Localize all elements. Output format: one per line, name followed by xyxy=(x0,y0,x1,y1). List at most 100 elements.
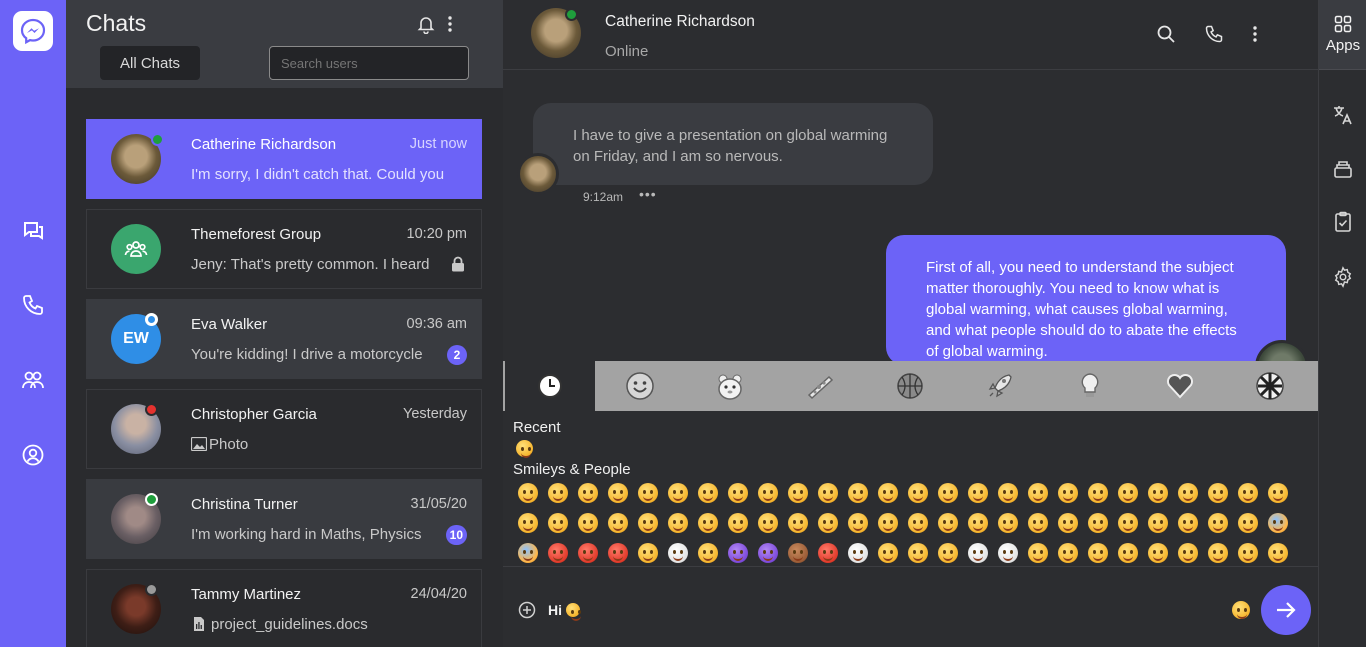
emoji[interactable] xyxy=(843,478,873,508)
apps-button[interactable]: Apps xyxy=(1319,0,1366,70)
emoji[interactable] xyxy=(873,508,903,538)
emoji[interactable] xyxy=(633,478,663,508)
emoji[interactable] xyxy=(1233,538,1263,568)
emoji[interactable] xyxy=(513,478,543,508)
emoji[interactable] xyxy=(993,478,1023,508)
emoji[interactable] xyxy=(903,478,933,508)
call-icon[interactable] xyxy=(1204,24,1226,46)
food-icon[interactable] xyxy=(775,361,865,411)
emoji[interactable] xyxy=(723,508,753,538)
emoji[interactable] xyxy=(603,508,633,538)
calls-nav-icon[interactable] xyxy=(19,291,47,319)
flags-icon[interactable] xyxy=(1225,361,1315,411)
emoji[interactable] xyxy=(873,478,903,508)
emoji[interactable] xyxy=(723,538,753,568)
emoji[interactable] xyxy=(543,538,573,568)
emoji[interactable] xyxy=(783,508,813,538)
emoji[interactable] xyxy=(1263,538,1293,568)
emoji[interactable] xyxy=(1023,538,1053,568)
emoji[interactable] xyxy=(933,538,963,568)
emoji[interactable] xyxy=(783,538,813,568)
archive-icon[interactable] xyxy=(1332,158,1354,180)
emoji[interactable] xyxy=(933,508,963,538)
emoji[interactable] xyxy=(513,508,543,538)
emoji[interactable] xyxy=(783,478,813,508)
emoji[interactable] xyxy=(573,478,603,508)
emoji[interactable] xyxy=(993,508,1023,538)
emoji[interactable] xyxy=(1113,508,1143,538)
emoji[interactable] xyxy=(663,478,693,508)
emoji[interactable] xyxy=(843,508,873,538)
emoji[interactable] xyxy=(753,508,783,538)
emoji[interactable] xyxy=(633,538,663,568)
emoji[interactable] xyxy=(1053,538,1083,568)
tasks-clipboard-icon[interactable] xyxy=(1332,211,1354,233)
chats-nav-icon[interactable] xyxy=(19,217,47,245)
emoji[interactable] xyxy=(663,538,693,568)
symbols-icon[interactable] xyxy=(1135,361,1225,411)
emoji-picker-toggle-icon[interactable] xyxy=(1232,601,1250,619)
emoji[interactable] xyxy=(603,478,633,508)
emoji[interactable] xyxy=(1203,478,1233,508)
emoji[interactable] xyxy=(1173,538,1203,568)
emoji[interactable] xyxy=(603,538,633,568)
animals-icon[interactable] xyxy=(685,361,775,411)
chat-item-tammy-martinez[interactable]: Tammy Martinez 24/04/20 project_guidelin… xyxy=(86,569,482,647)
emoji[interactable] xyxy=(1023,478,1053,508)
emoji[interactable] xyxy=(903,538,933,568)
emoji[interactable] xyxy=(1143,478,1173,508)
recent-icon[interactable] xyxy=(505,361,595,411)
emoji[interactable] xyxy=(1263,508,1293,538)
emoji[interactable] xyxy=(963,508,993,538)
emoji[interactable] xyxy=(1083,508,1113,538)
search-users-input[interactable] xyxy=(269,46,469,80)
emoji[interactable] xyxy=(573,508,603,538)
emoji[interactable] xyxy=(753,478,783,508)
emoji[interactable] xyxy=(903,508,933,538)
emoji[interactable] xyxy=(1083,538,1113,568)
emoji[interactable] xyxy=(1113,538,1143,568)
emoji[interactable] xyxy=(1113,478,1143,508)
activities-icon[interactable] xyxy=(865,361,955,411)
objects-icon[interactable] xyxy=(1045,361,1135,411)
emoji[interactable] xyxy=(633,508,663,538)
emoji[interactable] xyxy=(1173,508,1203,538)
emoji[interactable] xyxy=(813,538,843,568)
chat-item-eva-walker[interactable]: EW Eva Walker 09:36 am You're kidding! I… xyxy=(86,299,482,379)
translate-icon[interactable] xyxy=(1332,104,1354,126)
emoji[interactable] xyxy=(1173,478,1203,508)
message-input[interactable]: Hi xyxy=(548,602,581,621)
emoji[interactable] xyxy=(663,508,693,538)
emoji[interactable] xyxy=(543,508,573,538)
emoji[interactable] xyxy=(963,538,993,568)
emoji[interactable] xyxy=(753,538,783,568)
emoji[interactable] xyxy=(723,478,753,508)
contacts-nav-icon[interactable] xyxy=(19,366,47,394)
emoji[interactable] xyxy=(993,538,1023,568)
send-button[interactable] xyxy=(1261,585,1311,635)
smileys-icon[interactable] xyxy=(595,361,685,411)
chat-item-themeforest-group[interactable]: Themeforest Group 10:20 pm Jeny: That's … xyxy=(86,209,482,289)
emoji[interactable] xyxy=(513,437,535,459)
emoji[interactable] xyxy=(1023,508,1053,538)
emoji[interactable] xyxy=(813,478,843,508)
more-options-icon[interactable] xyxy=(1249,24,1271,46)
more-options-icon[interactable] xyxy=(444,14,456,39)
emoji[interactable] xyxy=(513,538,543,568)
emoji[interactable] xyxy=(873,538,903,568)
emoji[interactable] xyxy=(1083,478,1113,508)
add-attachment-icon[interactable] xyxy=(518,601,536,624)
chat-item-christina-turner[interactable]: Christina Turner 31/05/20 I'm working ha… xyxy=(86,479,482,559)
emoji[interactable] xyxy=(963,478,993,508)
emoji[interactable] xyxy=(843,538,873,568)
messenger-logo-icon[interactable] xyxy=(13,11,53,51)
travel-icon[interactable] xyxy=(955,361,1045,411)
emoji[interactable] xyxy=(1203,508,1233,538)
emoji[interactable] xyxy=(933,478,963,508)
emoji[interactable] xyxy=(1143,538,1173,568)
emoji[interactable] xyxy=(1143,508,1173,538)
chat-item-catherine-richardson[interactable]: Catherine Richardson Just now I'm sorry,… xyxy=(86,119,482,199)
emoji[interactable] xyxy=(693,508,723,538)
emoji[interactable] xyxy=(693,538,723,568)
all-chats-button[interactable]: All Chats xyxy=(100,46,200,80)
